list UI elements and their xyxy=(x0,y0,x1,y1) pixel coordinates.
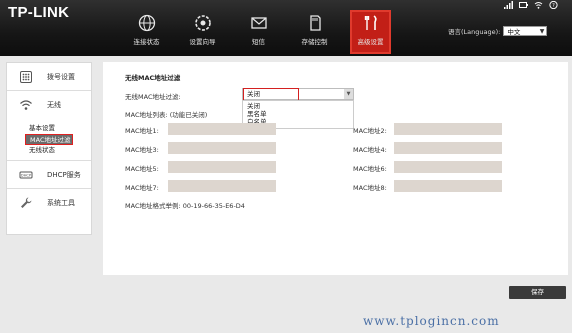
dial-icon xyxy=(20,70,32,83)
language-dropdown[interactable]: 中文 ▼ xyxy=(503,26,548,36)
globe-icon xyxy=(138,14,155,32)
nav-setup-wizard[interactable]: 设置向导 xyxy=(182,10,223,54)
main-nav: 连接状态 设置向导 短信 存储控制 高级设置 xyxy=(126,10,406,54)
mac-label-8: MAC地址8: xyxy=(353,184,387,192)
option-off[interactable]: 关闭 xyxy=(247,102,353,110)
mac-label-1: MAC地址1: xyxy=(125,127,159,135)
page-title: 无线MAC地址过滤 xyxy=(125,74,181,82)
mac-format-example: MAC地址格式举例: 00-19-66-35-E6-D4 xyxy=(125,202,245,210)
mac-address-7-input[interactable] xyxy=(168,180,276,192)
wifi-status-icon xyxy=(534,1,543,9)
sidebar-item-label: 无线 xyxy=(47,101,61,109)
nav-label: 高级设置 xyxy=(357,38,384,46)
nav-storage-control[interactable]: 存储控制 xyxy=(294,10,335,54)
brand-logo: TP-LINK xyxy=(8,4,70,21)
mac-label-4: MAC地址4: xyxy=(353,146,387,154)
status-icons: ? xyxy=(504,0,558,10)
tools-icon xyxy=(364,15,377,30)
sidebar-item-dhcp[interactable]: DHCP DHCP服务 xyxy=(7,161,91,189)
language-selector: 语言(Language): 中文 ▼ xyxy=(448,26,548,36)
save-button[interactable]: 保存 xyxy=(509,286,566,299)
watermark: www.tplogincn.com xyxy=(363,314,500,328)
mac-label-5: MAC地址5: xyxy=(125,165,159,173)
mac-filter-panel: 无线MAC地址过滤 无线MAC地址过滤: 关闭 ▼ 关闭 黑名单 白名单 MAC… xyxy=(103,62,568,275)
language-value: 中文 xyxy=(507,28,521,36)
mac-address-2-input[interactable] xyxy=(394,123,502,135)
top-bar: TP-LINK ? 连接状态 设置向导 短信 存储控制 高级设置 语言(Lang… xyxy=(0,0,572,56)
nav-label: 存储控制 xyxy=(301,38,328,46)
mac-address-5-input[interactable] xyxy=(168,161,276,173)
nav-connection-status[interactable]: 连接状态 xyxy=(126,10,167,54)
mac-address-8-input[interactable] xyxy=(394,180,502,192)
sub-item-basic-settings[interactable]: 基本设置 xyxy=(7,123,91,134)
wizard-icon xyxy=(194,15,211,31)
mac-label-6: MAC地址6: xyxy=(353,165,387,173)
sidebar-item-system-tools[interactable]: 系统工具 xyxy=(7,189,91,217)
sidebar-item-dial-settings[interactable]: 拨号设置 xyxy=(7,63,91,91)
filter-mode-select[interactable]: 关闭 ▼ xyxy=(242,88,354,101)
mail-icon xyxy=(250,17,267,29)
chevron-down-icon[interactable]: ▼ xyxy=(344,89,353,99)
language-label: 语言(Language): xyxy=(448,28,501,36)
mac-address-6-input[interactable] xyxy=(394,161,502,173)
wrench-icon xyxy=(21,197,32,208)
option-blacklist[interactable]: 黑名单 xyxy=(247,110,353,118)
battery-icon xyxy=(519,1,528,9)
sidebar-item-label: DHCP服务 xyxy=(47,170,81,179)
sidebar-item-wireless[interactable]: 无线 xyxy=(7,91,91,119)
sidebar-item-label: 拨号设置 xyxy=(47,72,75,81)
filter-label: 无线MAC地址过滤: xyxy=(125,93,181,101)
mac-label-2: MAC地址2: xyxy=(353,127,387,135)
mac-list-label: MAC地址列表: (功能已关闭) xyxy=(125,111,208,119)
nav-advanced-settings[interactable]: 高级设置 xyxy=(350,10,391,54)
help-icon[interactable]: ? xyxy=(549,0,558,10)
svg-text:DHCP: DHCP xyxy=(21,173,32,177)
nav-sms[interactable]: 短信 xyxy=(238,10,279,54)
sub-item-mac-filter[interactable]: MAC地址过滤 xyxy=(25,134,73,145)
wifi-icon xyxy=(20,100,32,110)
mac-label-3: MAC地址3: xyxy=(125,146,159,154)
mac-label-7: MAC地址7: xyxy=(125,184,159,192)
svg-text:?: ? xyxy=(552,3,555,9)
signal-icon xyxy=(504,1,513,9)
nav-label: 连接状态 xyxy=(133,38,160,46)
mac-address-4-input[interactable] xyxy=(394,142,502,154)
mac-address-1-input[interactable] xyxy=(168,123,276,135)
chevron-down-icon: ▼ xyxy=(539,28,545,35)
nav-label: 短信 xyxy=(252,38,265,46)
dhcp-icon: DHCP xyxy=(19,171,33,178)
sub-item-wireless-status[interactable]: 无线状态 xyxy=(7,145,91,156)
sd-card-icon xyxy=(309,15,321,31)
mac-address-3-input[interactable] xyxy=(168,142,276,154)
wireless-sub-menu: 基本设置 MAC地址过滤 无线状态 xyxy=(7,119,91,161)
nav-label: 设置向导 xyxy=(189,38,216,46)
sidebar-item-label: 系统工具 xyxy=(47,199,75,207)
sidebar: 拨号设置 无线 基本设置 MAC地址过滤 无线状态 DHCP DHCP服务 系统… xyxy=(6,62,92,235)
